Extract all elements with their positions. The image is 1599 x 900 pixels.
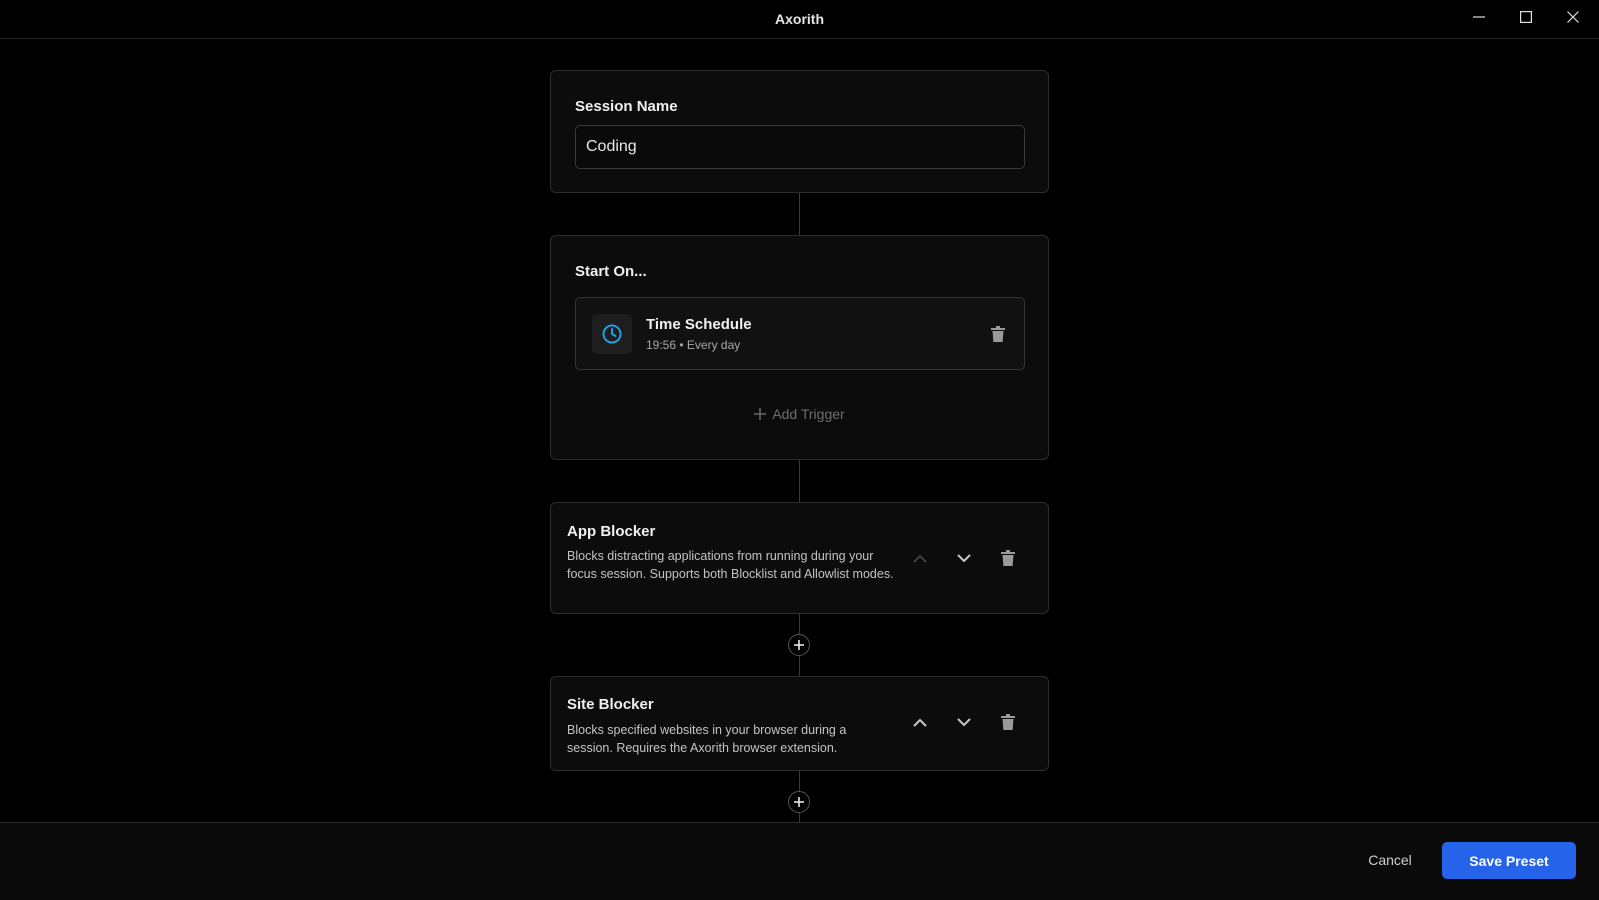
close-button[interactable] xyxy=(1558,6,1588,28)
app-blocker-card: App Blocker Blocks distracting applicati… xyxy=(550,502,1049,614)
delete-trigger-button[interactable] xyxy=(986,322,1010,346)
add-module-button[interactable] xyxy=(788,791,810,813)
minimize-icon xyxy=(1473,16,1485,18)
move-up-button[interactable] xyxy=(908,710,932,734)
time-schedule-trigger[interactable]: Time Schedule 19:56 • Every day xyxy=(575,297,1025,370)
plus-icon xyxy=(754,408,767,420)
connector-line xyxy=(799,193,800,235)
connector-line xyxy=(799,460,800,502)
plus-icon xyxy=(794,640,804,650)
trigger-subtitle: 19:56 • Every day xyxy=(646,338,741,352)
maximize-icon xyxy=(1520,11,1532,23)
site-blocker-card: Site Blocker Blocks specified websites i… xyxy=(550,676,1049,771)
session-name-card: Session Name xyxy=(550,70,1049,193)
add-trigger-label: Add Trigger xyxy=(772,406,845,422)
trash-icon xyxy=(1001,550,1015,566)
move-down-button[interactable] xyxy=(952,546,976,570)
app-blocker-description: Blocks distracting applications from run… xyxy=(567,549,894,581)
chevron-down-icon xyxy=(957,717,971,726)
session-name-input[interactable] xyxy=(575,125,1025,169)
close-icon xyxy=(1567,11,1579,23)
move-down-button[interactable] xyxy=(952,710,976,734)
add-module-button[interactable] xyxy=(788,634,810,656)
chevron-up-icon xyxy=(913,554,927,563)
save-preset-button[interactable]: Save Preset xyxy=(1442,842,1576,879)
move-up-button[interactable] xyxy=(908,546,932,570)
site-blocker-title: Site Blocker xyxy=(567,696,654,713)
trash-icon xyxy=(991,326,1005,342)
minimize-button[interactable] xyxy=(1464,6,1494,28)
trash-icon xyxy=(1001,714,1015,730)
trigger-icon-box xyxy=(592,314,632,354)
start-on-card: Start On... Time Schedule 19:56 • Every … xyxy=(550,235,1049,460)
start-on-title: Start On... xyxy=(575,263,647,280)
maximize-button[interactable] xyxy=(1511,6,1541,28)
site-blocker-description: Blocks specified websites in your browse… xyxy=(567,723,847,755)
plus-icon xyxy=(794,797,804,807)
footer-bar: Cancel Save Preset xyxy=(0,822,1599,900)
title-bar: Axorith xyxy=(0,0,1599,39)
chevron-down-icon xyxy=(957,553,971,562)
trigger-title: Time Schedule xyxy=(646,316,752,333)
app-blocker-title: App Blocker xyxy=(567,523,656,540)
clock-icon xyxy=(602,324,622,344)
session-name-label: Session Name xyxy=(575,98,678,115)
window-title: Axorith xyxy=(775,11,824,27)
delete-module-button[interactable] xyxy=(996,710,1020,734)
cancel-button[interactable]: Cancel xyxy=(1356,842,1424,878)
add-trigger-button[interactable]: Add Trigger xyxy=(551,406,1048,422)
delete-module-button[interactable] xyxy=(996,546,1020,570)
chevron-up-icon xyxy=(913,718,927,727)
